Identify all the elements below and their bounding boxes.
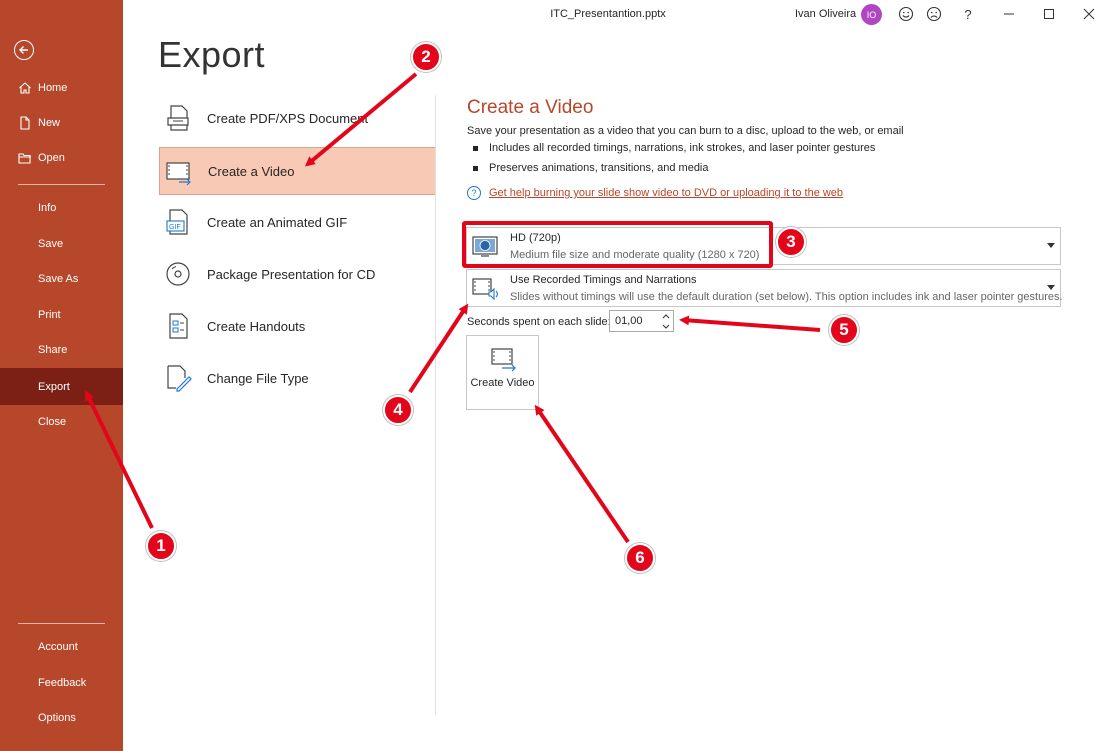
sidebar-item-info[interactable]: Info xyxy=(0,191,123,225)
sidebar-item-label: Save As xyxy=(38,273,79,285)
handouts-icon xyxy=(169,313,188,339)
video-icon xyxy=(166,162,191,186)
bullet-text: Includes all recorded timings, narration… xyxy=(489,142,876,154)
sidebar-item-options[interactable]: Options xyxy=(0,701,123,735)
cd-icon xyxy=(166,262,190,286)
sidebar-item-new[interactable]: New xyxy=(0,106,123,140)
export-option-label: Create PDF/XPS Document xyxy=(207,110,369,126)
video-icon xyxy=(491,348,516,372)
sidebar-item-export[interactable]: Export xyxy=(0,368,123,405)
section-description: Save your presentation as a video that y… xyxy=(467,125,904,137)
back-arrow-icon xyxy=(19,46,28,54)
export-option-label: Create an Animated GIF xyxy=(207,214,348,230)
page-title: Export xyxy=(158,34,266,75)
export-option-label: Create Handouts xyxy=(207,318,306,334)
export-option-label: Create a Video xyxy=(208,163,295,179)
maximize-icon[interactable] xyxy=(1040,5,1058,23)
svg-text:GIF: GIF xyxy=(169,224,181,231)
document-title: ITC_Presentantion.pptx xyxy=(550,8,666,20)
annotation-number-6: 6 xyxy=(625,543,655,573)
seconds-spinner[interactable] xyxy=(661,312,671,330)
annotation-number-3: 3 xyxy=(776,227,806,257)
open-folder-icon xyxy=(18,153,31,164)
sidebar-item-label: Account xyxy=(38,641,78,653)
spin-up-icon[interactable] xyxy=(662,312,670,320)
gif-icon: GIF xyxy=(166,209,188,235)
title-bar: ITC_Presentantion.pptx Ivan Oliveira IO … xyxy=(123,0,1110,28)
chevron-down-icon xyxy=(1047,243,1055,248)
sidebar-item-feedback[interactable]: Feedback xyxy=(0,666,123,700)
sidebar-item-save-as[interactable]: Save As xyxy=(0,262,123,296)
arrow-6 xyxy=(534,404,630,544)
create-video-label: Create Video xyxy=(470,377,535,389)
change-file-type-icon xyxy=(167,365,192,392)
sidebar-item-label: Save xyxy=(38,238,64,250)
create-video-button[interactable]: Create Video xyxy=(466,335,539,410)
backstage-sidebar: Home New Open Info Save Save As Print Sh… xyxy=(0,0,123,751)
export-option-label: Package Presentation for CD xyxy=(207,266,376,282)
sidebar-item-share[interactable]: Share xyxy=(0,333,123,367)
sidebar-divider xyxy=(18,623,105,624)
sidebar-item-open[interactable]: Open xyxy=(0,141,123,175)
export-option-label: Change File Type xyxy=(207,370,309,386)
export-option-pdf[interactable]: Create PDF/XPS Document xyxy=(159,94,436,142)
export-option-package-cd[interactable]: Package Presentation for CD xyxy=(159,250,436,298)
sidebar-item-label: Options xyxy=(38,712,76,724)
sidebar-item-label: Open xyxy=(38,152,65,164)
sidebar-item-label: Print xyxy=(38,309,61,321)
timings-subtitle: Slides without timings will use the defa… xyxy=(510,291,1063,303)
minimize-icon[interactable] xyxy=(1000,5,1018,23)
annotation-number-1: 1 xyxy=(146,531,176,561)
sidebar-item-label: Close xyxy=(38,416,67,428)
sidebar-divider xyxy=(18,184,105,185)
question-circle-icon: ? xyxy=(467,186,481,200)
smile-feedback-icon[interactable] xyxy=(897,5,915,23)
help-link[interactable]: Get help burning your slide show video t… xyxy=(489,187,843,199)
sidebar-item-label: Share xyxy=(38,344,68,356)
pdf-document-icon xyxy=(167,105,189,131)
bullet-text: Preserves animations, transitions, and m… xyxy=(489,162,709,174)
spin-down-icon[interactable] xyxy=(662,323,670,331)
sidebar-item-label: New xyxy=(38,117,61,129)
chevron-down-icon xyxy=(1047,285,1055,290)
sidebar-item-label: Export xyxy=(38,380,70,393)
export-option-handouts[interactable]: Create Handouts xyxy=(159,302,436,350)
avatar[interactable]: IO xyxy=(861,4,882,25)
section-title: Create a Video xyxy=(467,97,594,118)
sidebar-item-close[interactable]: Close xyxy=(0,405,123,439)
sidebar-item-save[interactable]: Save xyxy=(0,227,123,261)
annotation-number-4: 4 xyxy=(383,395,413,425)
sidebar-item-label: Feedback xyxy=(38,677,87,689)
user-name[interactable]: Ivan Oliveira xyxy=(795,8,856,20)
back-button[interactable] xyxy=(14,40,34,60)
sidebar-item-label: Home xyxy=(38,82,68,94)
highlight-box xyxy=(462,221,773,268)
close-window-icon[interactable] xyxy=(1080,5,1098,23)
new-document-icon xyxy=(20,116,30,130)
timings-dropdown[interactable]: Use Recorded Timings and Narrations Slid… xyxy=(466,269,1063,307)
annotation-number-2: 2 xyxy=(411,42,441,72)
seconds-label: Seconds spent on each slide: xyxy=(467,316,611,328)
frown-feedback-icon[interactable] xyxy=(925,5,943,23)
annotation-number-5: 5 xyxy=(829,315,859,345)
sidebar-item-print[interactable]: Print xyxy=(0,298,123,332)
sidebar-item-account[interactable]: Account xyxy=(0,630,123,664)
help-icon[interactable]: ? xyxy=(959,5,977,23)
sidebar-item-home[interactable]: Home xyxy=(0,71,123,105)
recorded-timings-icon xyxy=(472,278,498,301)
timings-title: Use Recorded Timings and Narrations xyxy=(510,274,697,286)
export-option-video[interactable]: Create a Video xyxy=(159,147,436,195)
home-icon xyxy=(19,82,31,94)
export-option-gif[interactable]: GIF Create an Animated GIF xyxy=(159,198,436,246)
panel-divider xyxy=(435,95,436,715)
sidebar-item-label: Info xyxy=(38,202,57,214)
arrow-5 xyxy=(679,315,821,332)
